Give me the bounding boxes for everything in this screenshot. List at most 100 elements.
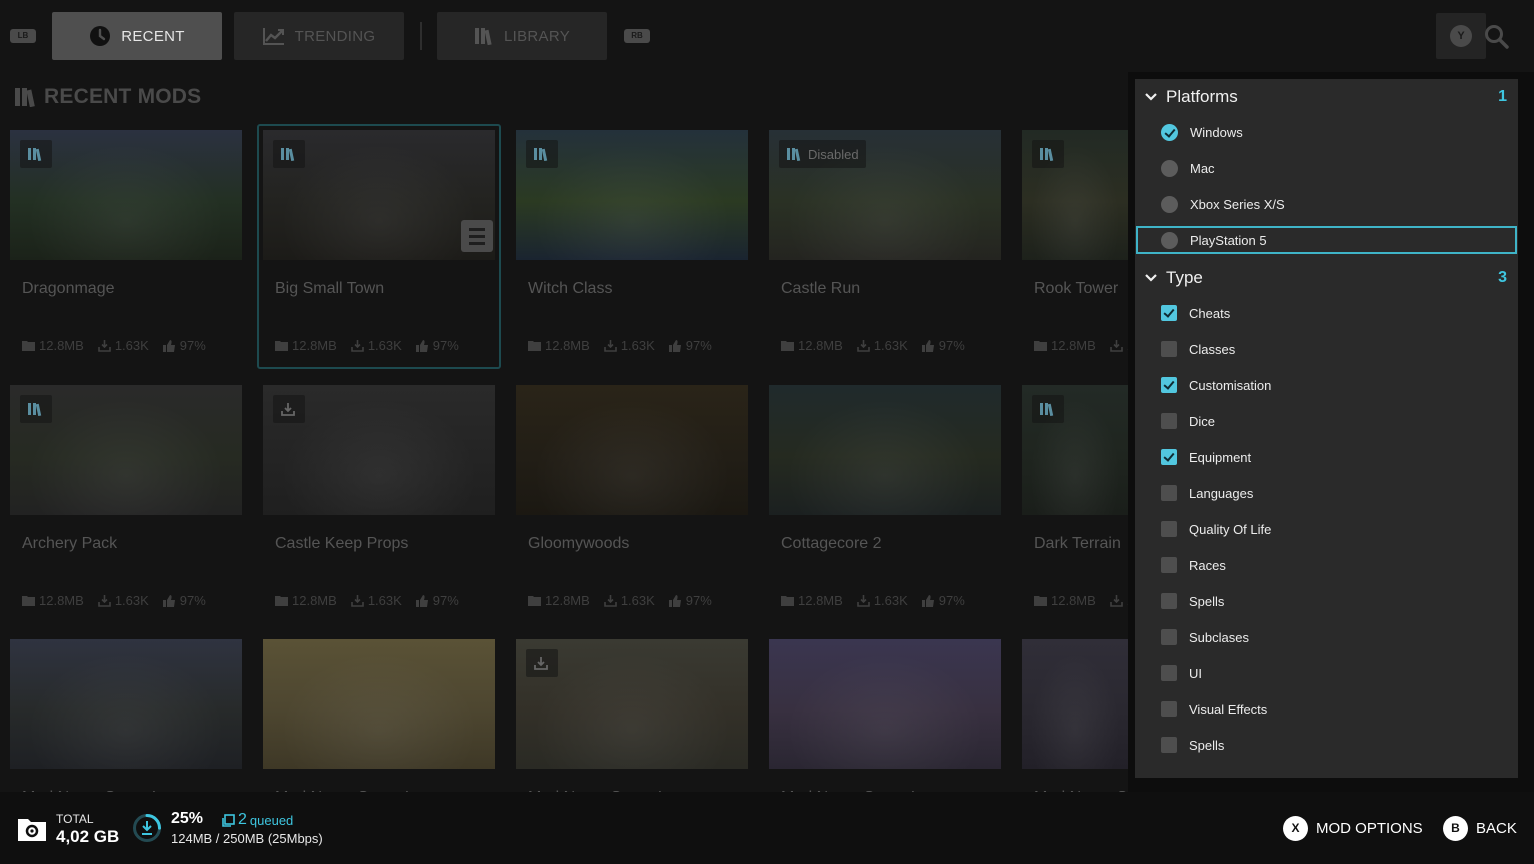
radio-button[interactable] <box>1161 195 1178 213</box>
downloads-stat: 1.63K <box>351 593 402 608</box>
mod-thumbnail: Disabled <box>769 130 1001 260</box>
filter-count-badge: 1 <box>1498 88 1507 105</box>
filter-option-label: Quality Of Life <box>1189 521 1272 537</box>
folder-icon <box>528 341 541 351</box>
filter-option-type[interactable]: Dice <box>1136 407 1517 435</box>
checkbox[interactable] <box>1161 593 1177 609</box>
checkbox[interactable] <box>1161 305 1177 321</box>
filter-option-type[interactable]: Customisation <box>1136 371 1517 399</box>
filter-option-platforms[interactable]: Mac <box>1136 154 1517 182</box>
mod-card[interactable]: Gloomywoods 12.8MB 1.63K 97% <box>516 385 748 617</box>
folder-icon <box>275 596 288 606</box>
download-queue[interactable]: 2 queued <box>222 811 293 829</box>
filter-option-type[interactable]: Subclases <box>1136 623 1517 651</box>
action-label: BACK <box>1476 819 1517 837</box>
downloads-stat: 1.63K <box>98 593 149 608</box>
download-badge <box>526 649 558 677</box>
checkbox[interactable] <box>1161 377 1177 393</box>
radio-button[interactable] <box>1161 159 1178 177</box>
filter-option-type[interactable]: Classes <box>1136 335 1517 363</box>
thumbs-up-icon <box>415 339 428 352</box>
filter-option-platforms[interactable]: PlayStation 5 <box>1136 226 1517 254</box>
download-icon <box>534 657 548 670</box>
filter-option-platforms[interactable]: Xbox Series X/S <box>1136 190 1517 218</box>
checkbox[interactable] <box>1161 665 1177 681</box>
back-button[interactable]: B BACK <box>1443 815 1517 841</box>
mod-card[interactable]: Rook Tower12.8MB1.63K97% <box>1022 130 1128 362</box>
filter-option-type[interactable]: Equipment <box>1136 443 1517 471</box>
filter-option-label: Classes <box>1189 341 1236 357</box>
mod-stats: 12.8MB 1.63K 97% <box>528 338 712 353</box>
filter-group-type-header[interactable]: Type 3 <box>1145 264 1507 292</box>
filter-option-label: Visual Effects <box>1189 701 1268 717</box>
filter-option-platforms[interactable]: Windows <box>1136 118 1517 146</box>
mod-card[interactable]: Disabled Castle Run 12.8MB 1.63K 97% <box>769 130 1001 362</box>
checkbox[interactable] <box>1161 449 1177 465</box>
checkbox[interactable] <box>1161 341 1177 357</box>
radio-button[interactable] <box>1161 123 1178 141</box>
checkbox[interactable] <box>1161 485 1177 501</box>
mod-options-button[interactable]: X MOD OPTIONS <box>1283 815 1423 841</box>
mod-card[interactable]: Witch Class 12.8MB 1.63K 97% <box>516 130 748 362</box>
filter-option-label: Languages <box>1189 485 1254 501</box>
mod-card[interactable]: Mod Name Super Long <box>769 639 1001 792</box>
download-icon <box>604 595 617 607</box>
mod-card[interactable]: Cottagecore 2 12.8MB 1.63K 97% <box>769 385 1001 617</box>
rating-stat: 97% <box>921 338 965 353</box>
card-menu-button[interactable] <box>461 220 493 252</box>
badge-label: Disabled <box>808 146 859 162</box>
filter-group-platforms-header[interactable]: Platforms 1 <box>1145 83 1507 111</box>
mod-card[interactable]: Castle Keep Props 12.8MB 1.63K 97% <box>263 385 495 617</box>
mod-thumbnail <box>10 385 242 515</box>
filter-option-type[interactable]: Quality Of Life <box>1136 515 1517 543</box>
filter-option-label: Subclases <box>1189 629 1249 645</box>
mod-card[interactable]: Mod Name Super Long <box>10 639 242 792</box>
mod-thumbnail <box>769 385 1001 515</box>
filter-option-label: UI <box>1189 665 1202 681</box>
downloads-stat: 1.63K <box>604 338 655 353</box>
checkbox[interactable] <box>1161 557 1177 573</box>
mod-name: Cottagecore 2 <box>781 535 882 552</box>
filter-option-label: Xbox Series X/S <box>1190 196 1285 212</box>
size-stat: 12.8MB <box>528 338 590 353</box>
downloads-stat: 1.63K <box>604 593 655 608</box>
search-icon[interactable] <box>1484 24 1510 50</box>
mod-name: Rook Tower <box>1034 280 1119 297</box>
mod-card[interactable]: Archery Pack 12.8MB 1.63K 97% <box>10 385 242 617</box>
checkbox[interactable] <box>1161 521 1177 537</box>
checkbox[interactable] <box>1161 413 1177 429</box>
downloads-stat: 1.63K <box>351 338 402 353</box>
mod-card[interactable]: Big Small Town 12.8MB 1.63K 97% <box>257 124 501 369</box>
library-books-icon <box>787 148 801 161</box>
mod-thumbnail <box>10 130 242 260</box>
mod-stats: 12.8MB 1.63K 97% <box>781 593 965 608</box>
checkbox[interactable] <box>1161 701 1177 717</box>
rating-stat: 97% <box>668 593 712 608</box>
filter-option-type[interactable]: Cheats <box>1136 299 1517 327</box>
filter-option-label: Customisation <box>1189 377 1272 393</box>
filter-option-type[interactable]: Languages <box>1136 479 1517 507</box>
mod-card[interactable]: Mod Name Super Long <box>1022 639 1128 792</box>
filter-option-type[interactable]: Spells <box>1136 587 1517 615</box>
rating-stat: 97% <box>162 338 206 353</box>
size-stat: 12.8MB <box>275 338 337 353</box>
size-stat: 12.8MB <box>1034 338 1096 353</box>
checkbox[interactable] <box>1161 737 1177 753</box>
download-badge <box>273 395 305 423</box>
mod-card[interactable]: Dark Terrain12.8MB1.63K97% <box>1022 385 1128 617</box>
size-stat: 12.8MB <box>1034 593 1096 608</box>
filter-option-type[interactable]: Races <box>1136 551 1517 579</box>
filter-option-type[interactable]: Visual Effects <box>1136 695 1517 723</box>
filter-option-type[interactable]: Spells <box>1136 731 1517 759</box>
mod-card[interactable]: Mod Name Super Long <box>263 639 495 792</box>
mod-thumbnail <box>516 639 748 769</box>
queued-count: 2 <box>238 811 247 828</box>
mod-card[interactable]: Dragonmage 12.8MB 1.63K 97% <box>10 130 242 362</box>
mod-stats: 12.8MB 1.63K 97% <box>275 593 459 608</box>
radio-button[interactable] <box>1161 231 1178 249</box>
installed-badge <box>1032 395 1064 423</box>
mod-card[interactable]: Mod Name Super Long <box>516 639 748 792</box>
checkbox[interactable] <box>1161 629 1177 645</box>
library-books-icon <box>281 148 295 161</box>
filter-option-type[interactable]: UI <box>1136 659 1517 687</box>
